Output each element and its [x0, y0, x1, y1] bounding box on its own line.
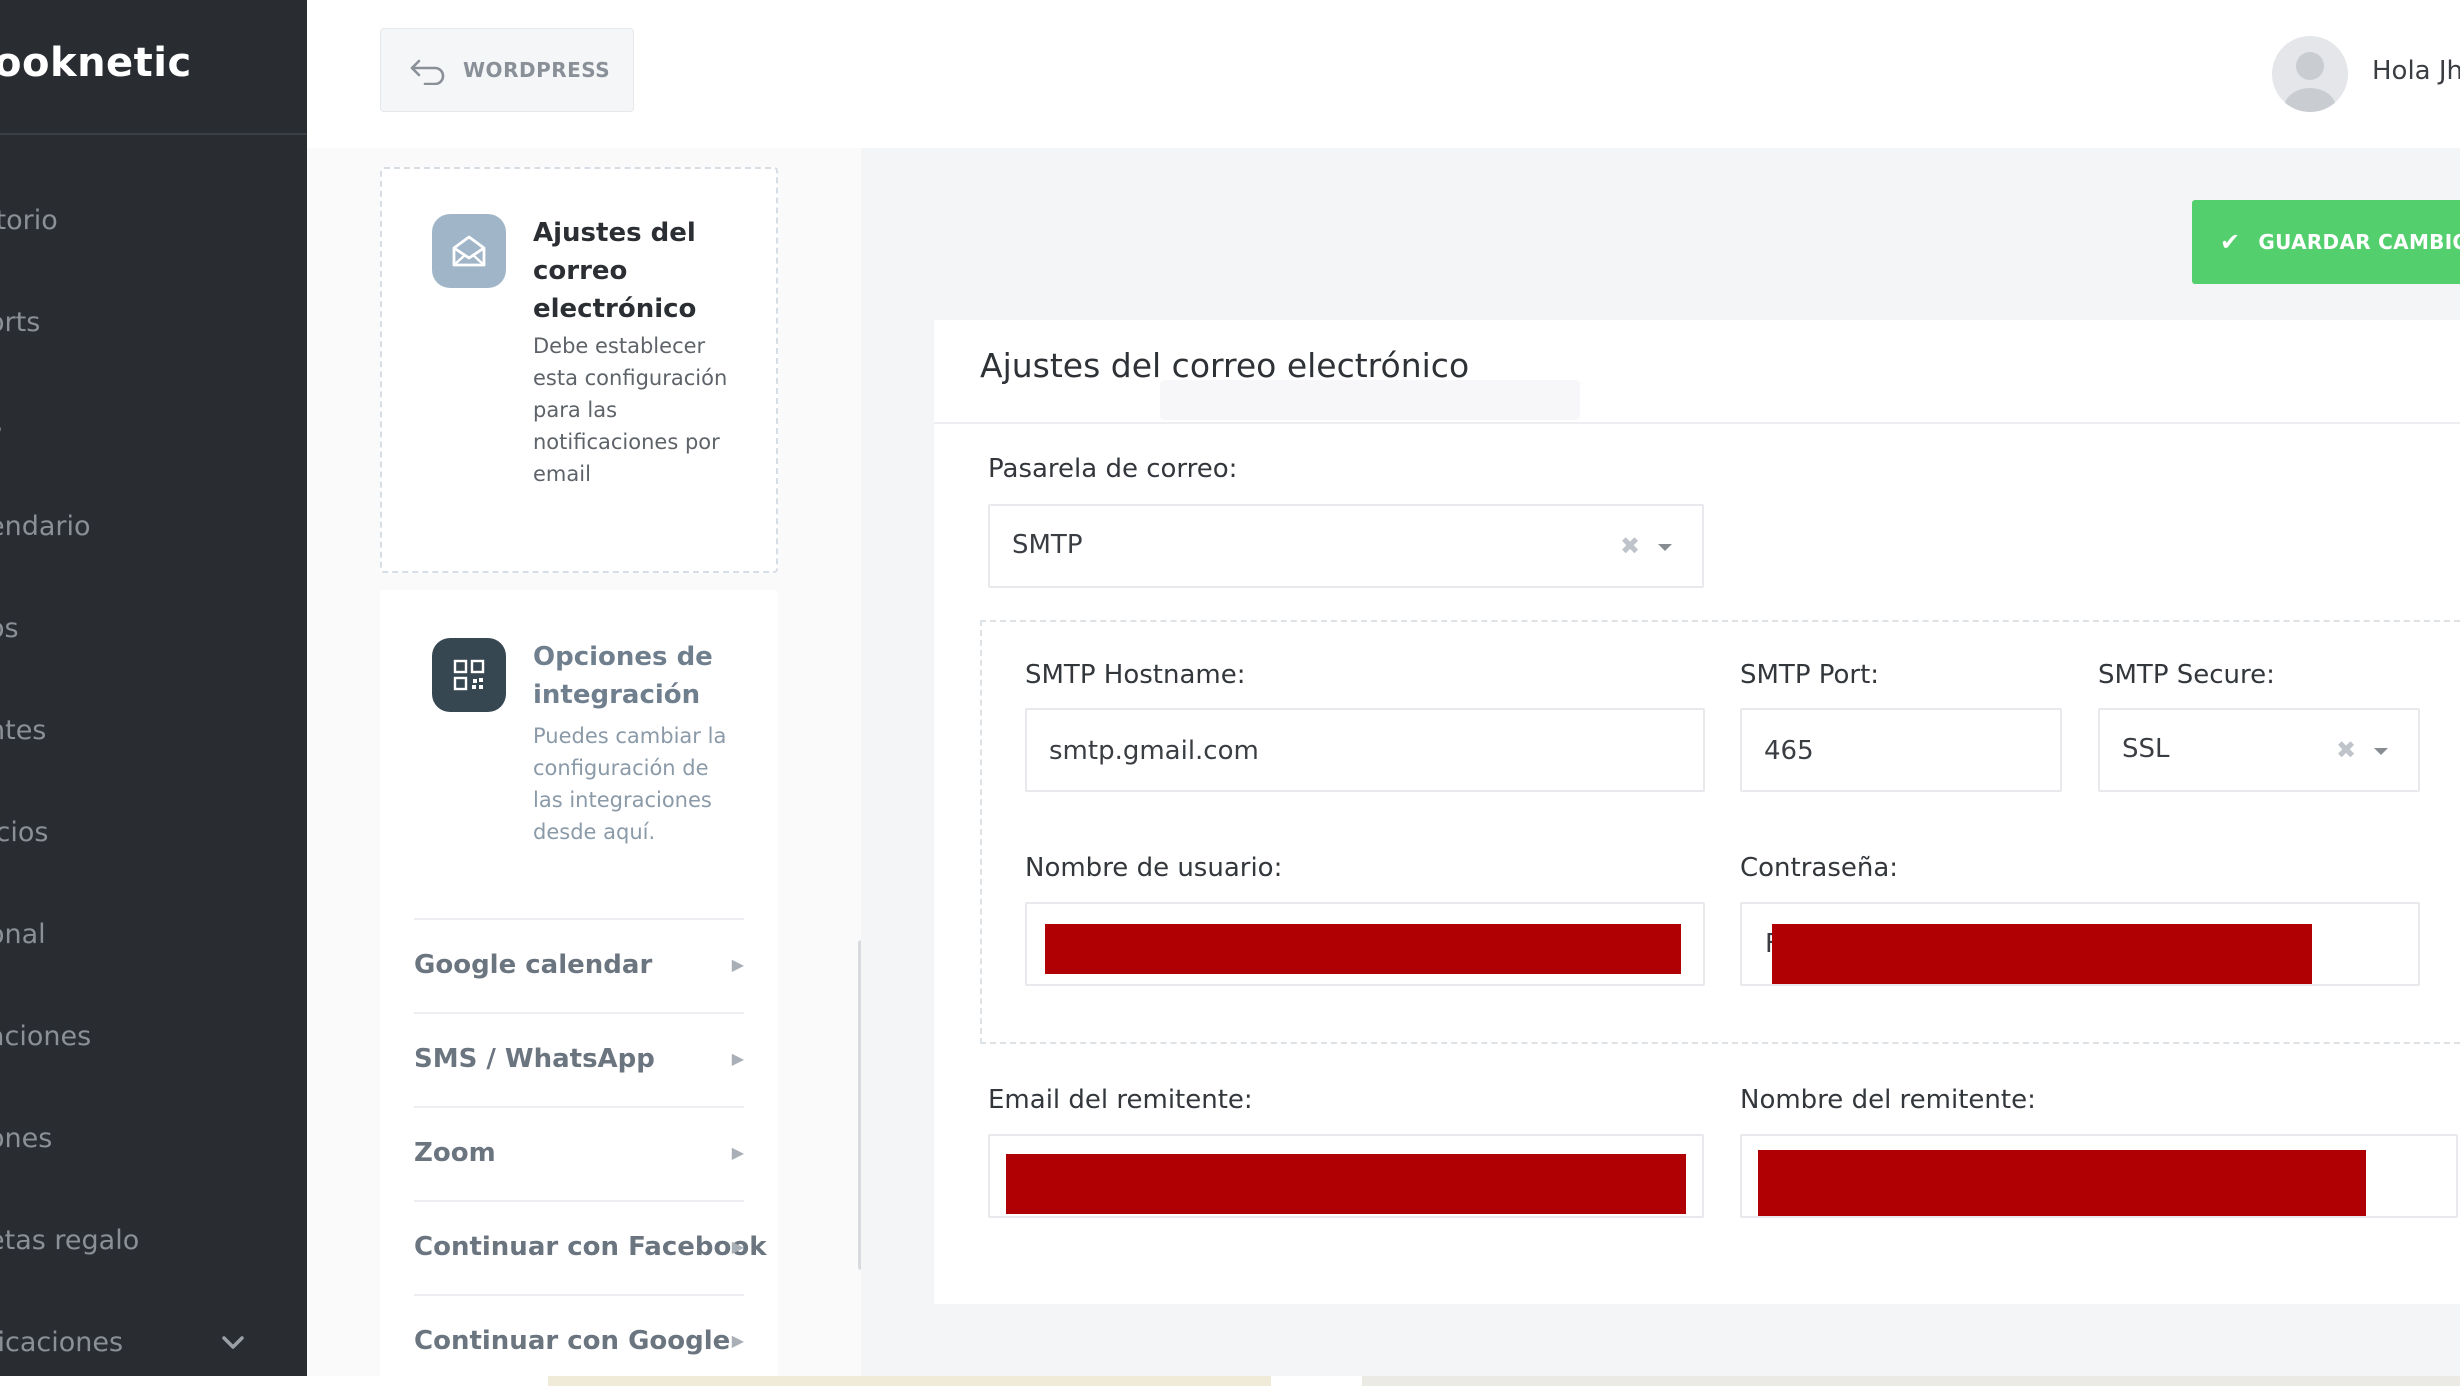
caret-down-icon — [2374, 748, 2388, 755]
username-label: Nombre de usuario: — [1025, 853, 1283, 883]
caret-right-icon: ▶ — [731, 1331, 744, 1350]
redaction-bar — [1006, 1154, 1686, 1214]
sidebar-item-label: etas regalo — [0, 1225, 140, 1256]
chevron-down-icon — [222, 1336, 244, 1349]
settings-card-integrations-title: Opciones de integración — [533, 642, 713, 710]
integration-google-calendar[interactable]: Google calendar ▶ — [414, 938, 744, 992]
sidebar-item-dashboard[interactable]: itorio — [0, 196, 307, 246]
smtp-port-input[interactable]: 465 — [1740, 708, 2062, 792]
user-icon — [2284, 52, 2336, 112]
sidebar-item-label: ntes — [0, 715, 47, 746]
sidebar-item-giftcards[interactable]: etas regalo — [0, 1216, 307, 1266]
user-greeting[interactable]: Hola Jh — [2372, 56, 2460, 86]
back-to-wordpress-button[interactable]: WORDPRESS — [380, 28, 634, 112]
avatar[interactable] — [2272, 36, 2348, 112]
envelope-open-icon — [432, 214, 506, 288]
decor-strip — [548, 1376, 1271, 1386]
integration-facebook-login[interactable]: Continuar con Facebook ▶ — [414, 1220, 767, 1274]
sidebar-item-notifications[interactable]: ficaciones — [0, 1318, 307, 1368]
sidebar-item-label: icios — [0, 817, 49, 848]
checkmark-icon: ✔ — [2220, 228, 2241, 256]
sidebar-item-services[interactable]: icios — [0, 808, 307, 858]
sidebar-item-calendar[interactable]: endario — [0, 502, 307, 552]
sidebar-item-label: ficaciones — [0, 1327, 124, 1358]
settings-card-email-title: Ajustes del correo electrónico — [533, 218, 697, 324]
smtp-port-label: SMTP Port: — [1740, 660, 1880, 690]
sidebar-item-label: os — [0, 613, 19, 644]
caret-right-icon: ▶ — [731, 955, 744, 974]
clear-x-icon[interactable]: ✖ — [2336, 736, 2356, 764]
sidebar-item-locations[interactable]: aciones — [0, 1012, 307, 1062]
qr-grid-icon — [432, 638, 506, 712]
divider — [414, 1106, 744, 1108]
ghost-overlay — [1160, 380, 1580, 420]
caret-right-icon: ▶ — [731, 1237, 744, 1256]
sender-name-label: Nombre del remitente: — [1740, 1085, 2036, 1115]
sidebar-item-label: orts — [0, 307, 41, 338]
password-label: Contraseña: — [1740, 853, 1899, 883]
mail-gateway-select[interactable]: SMTP ✖ — [988, 504, 1704, 588]
sidebar-divider — [0, 133, 307, 135]
settings-card-integrations-description: Puedes cambiar la configuración de las i… — [533, 724, 727, 844]
sidebar-item-appointments[interactable]: s — [0, 400, 307, 450]
back-button-label: WORDPRESS — [463, 58, 611, 82]
integration-label: Continuar con Facebook — [414, 1232, 767, 1262]
divider — [414, 1200, 744, 1202]
sidebar: ooknetic itorio orts s endario os ntes i… — [0, 0, 307, 1376]
sidebar-item-label: ones — [0, 1123, 53, 1154]
integration-google-login[interactable]: Continuar con Google ▶ — [414, 1314, 744, 1368]
undo-arrow-icon — [410, 59, 445, 85]
settings-card-email-description: Debe establecer esta configuración para … — [533, 334, 728, 486]
page-title: Ajustes del correo electrónico — [980, 346, 1470, 385]
integration-label: SMS / WhatsApp — [414, 1044, 655, 1074]
sidebar-item-reports[interactable]: orts — [0, 298, 307, 348]
divider — [934, 422, 2460, 424]
smtp-secure-value: SSL — [2122, 734, 2170, 764]
redaction-bar — [1772, 924, 2312, 984]
brand-logo-text: ooknetic — [0, 40, 192, 86]
smtp-hostname-label: SMTP Hostname: — [1025, 660, 1246, 690]
caret-right-icon: ▶ — [731, 1049, 744, 1068]
integration-sms-whatsapp[interactable]: SMS / WhatsApp ▶ — [414, 1032, 744, 1086]
smtp-port-value: 465 — [1764, 736, 1814, 766]
caret-right-icon: ▶ — [731, 1143, 744, 1162]
smtp-secure-select[interactable]: SSL ✖ — [2098, 708, 2420, 792]
smtp-hostname-value: smtp.gmail.com — [1049, 736, 1259, 766]
sidebar-item-label: s — [0, 400, 2, 450]
divider — [414, 1012, 744, 1014]
mail-gateway-label: Pasarela de correo: — [988, 454, 1238, 484]
redaction-bar — [1045, 924, 1681, 974]
sidebar-item-label: itorio — [0, 205, 58, 236]
save-changes-button[interactable]: ✔ GUARDAR CAMBIO — [2192, 200, 2460, 284]
sender-email-label: Email del remitente: — [988, 1085, 1253, 1115]
caret-down-icon — [1658, 544, 1672, 551]
redaction-bar — [1758, 1150, 2366, 1216]
smtp-hostname-input[interactable]: smtp.gmail.com — [1025, 708, 1705, 792]
sidebar-item-coupons[interactable]: ones — [0, 1114, 307, 1164]
bottom-strip — [0, 1376, 2460, 1386]
integration-zoom[interactable]: Zoom ▶ — [414, 1126, 744, 1180]
decor-strip — [1362, 1376, 2460, 1386]
save-button-label: GUARDAR CAMBIO — [2258, 230, 2460, 254]
smtp-secure-label: SMTP Secure: — [2098, 660, 2275, 690]
sidebar-item-payments[interactable]: os — [0, 604, 307, 654]
sidebar-item-customers[interactable]: ntes — [0, 706, 307, 756]
sidebar-item-label: endario — [0, 511, 91, 542]
sidebar-item-staff[interactable]: onal — [0, 910, 307, 960]
mail-gateway-value: SMTP — [1012, 530, 1083, 560]
sidebar-item-label: onal — [0, 919, 46, 950]
sidebar-item-label: aciones — [0, 1021, 92, 1052]
divider — [414, 918, 744, 920]
divider — [414, 1294, 744, 1296]
integration-label: Zoom — [414, 1138, 496, 1168]
integration-label: Continuar con Google — [414, 1326, 731, 1356]
clear-x-icon[interactable]: ✖ — [1620, 532, 1640, 560]
integration-label: Google calendar — [414, 950, 653, 980]
